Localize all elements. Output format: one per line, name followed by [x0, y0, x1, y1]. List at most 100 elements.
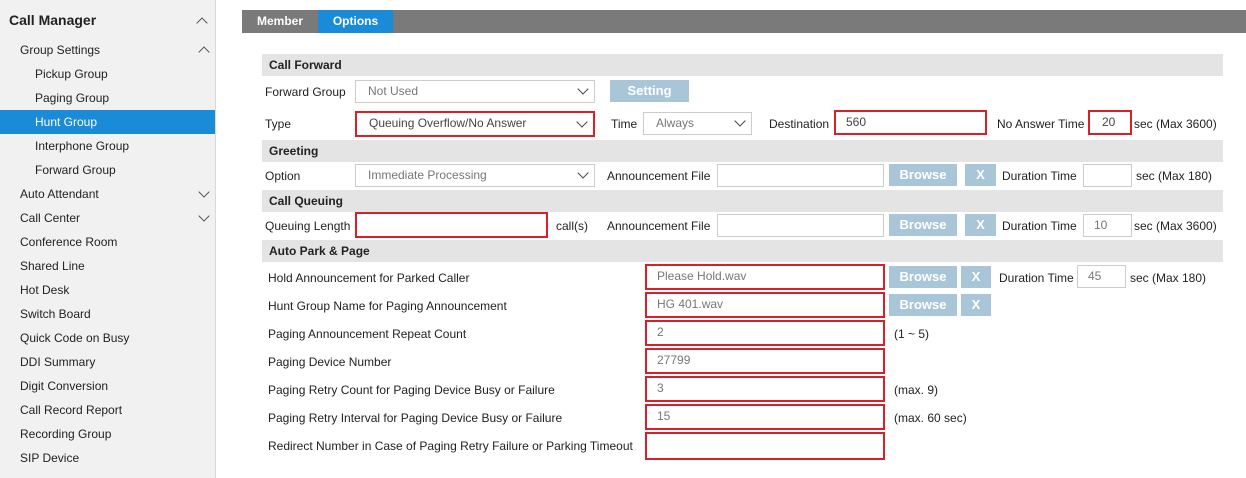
queuing-browse-button[interactable]: Browse — [889, 214, 957, 236]
sidebar: Call Manager Group Settings Pickup Group… — [0, 0, 216, 478]
sidebar-item-call-record-report[interactable]: Call Record Report — [0, 398, 215, 422]
no-answer-time-unit: sec (Max 3600) — [1134, 117, 1217, 131]
sidebar-item-label: Call Record Report — [20, 403, 123, 417]
sidebar-item-label: Pickup Group — [35, 67, 108, 81]
time-select[interactable]: Always — [643, 112, 752, 135]
select-value: Not Used — [368, 84, 419, 98]
greeting-announcement-input[interactable] — [717, 164, 884, 187]
sidebar-item-label: Hot Desk — [20, 283, 70, 297]
paging-device-number-input[interactable]: 27799 — [645, 348, 885, 374]
section-call-queuing: Call Queuing — [262, 190, 1223, 212]
redirect-number-input[interactable] — [645, 432, 885, 460]
queuing-length-input[interactable] — [355, 212, 548, 238]
sidebar-item-label: DDI Summary — [20, 355, 96, 369]
sidebar-item-conference-room[interactable]: Conference Room — [0, 230, 215, 254]
type-label: Type — [265, 117, 292, 131]
queuing-duration-input[interactable]: 10 — [1083, 214, 1132, 237]
name-clear-button[interactable]: X — [961, 294, 991, 316]
sidebar-item-group-settings[interactable]: Group Settings — [0, 38, 215, 62]
sidebar-item-paging-group[interactable]: Paging Group — [0, 86, 215, 110]
sidebar-title-label: Call Manager — [9, 12, 97, 28]
queuing-announcement-label: Announcement File — [607, 219, 711, 233]
sidebar-item-hunt-group[interactable]: Hunt Group — [0, 110, 215, 134]
sidebar-item-label: Switch Board — [20, 307, 91, 321]
tab-member[interactable]: Member — [242, 10, 318, 33]
sidebar-item-label: Quick Code on Busy — [20, 331, 130, 345]
sidebar-item-label: Paging Group — [35, 91, 110, 105]
sidebar-item-label: Call Center — [20, 211, 81, 225]
sidebar-item-call-center[interactable]: Call Center — [0, 206, 215, 230]
chevron-down-icon — [577, 83, 589, 95]
chevron-up-icon[interactable] — [196, 17, 208, 29]
sidebar-item-label: Recording Group — [20, 427, 112, 441]
sidebar-item-digit-conversion[interactable]: Digit Conversion — [0, 374, 215, 398]
no-answer-time-label: No Answer Time — [997, 117, 1085, 131]
greeting-option-select[interactable]: Immediate Processing — [355, 164, 595, 187]
tab-options[interactable]: Options — [318, 10, 393, 33]
select-value: Immediate Processing — [368, 168, 487, 182]
no-answer-time-input[interactable]: 20 — [1088, 110, 1132, 135]
sidebar-item-label: SIP Device — [20, 451, 80, 465]
forward-group-select[interactable]: Not Used — [355, 80, 595, 103]
tab-label: Member — [256, 14, 303, 28]
queuing-clear-button[interactable]: X — [965, 214, 996, 236]
greeting-clear-button[interactable]: X — [965, 164, 996, 186]
redirect-number-label: Redirect Number in Case of Paging Retry … — [268, 439, 633, 453]
tab-label: Options — [332, 14, 379, 28]
sidebar-item-pickup-group[interactable]: Pickup Group — [0, 62, 215, 86]
retry-count-input[interactable]: 3 — [645, 376, 885, 402]
destination-label: Destination — [769, 117, 830, 131]
repeat-count-input[interactable]: 2 — [645, 320, 885, 346]
sidebar-item-label: Auto Attendant — [20, 187, 99, 201]
sidebar-item-shared-line[interactable]: Shared Line — [0, 254, 215, 278]
repeat-count-label: Paging Announcement Repeat Count — [268, 327, 467, 341]
section-greeting: Greeting — [262, 140, 1223, 162]
sidebar-item-label: Forward Group — [35, 163, 116, 177]
sidebar-item-label: Interphone Group — [35, 139, 130, 153]
sidebar-item-label: Digit Conversion — [20, 379, 109, 393]
sidebar-item-quick-code-on-busy[interactable]: Quick Code on Busy — [0, 326, 215, 350]
hold-duration-input[interactable]: 45 — [1077, 265, 1126, 288]
chevron-down-icon — [576, 116, 588, 128]
select-value: Queuing Overflow/No Answer — [369, 116, 527, 130]
chevron-up-icon — [198, 46, 210, 58]
sidebar-item-ddi-summary[interactable]: DDI Summary — [0, 350, 215, 374]
sidebar-item-hot-desk[interactable]: Hot Desk — [0, 278, 215, 302]
sidebar-item-interphone-group[interactable]: Interphone Group — [0, 134, 215, 158]
greeting-browse-button[interactable]: Browse — [889, 164, 957, 186]
sidebar-item-forward-group[interactable]: Forward Group — [0, 158, 215, 182]
chevron-down-icon — [577, 167, 589, 179]
sidebar-item-recording-group[interactable]: Recording Group — [0, 422, 215, 446]
sidebar-item-label: Shared Line — [20, 259, 85, 273]
retry-interval-hint: (max. 60 sec) — [894, 411, 967, 425]
name-browse-button[interactable]: Browse — [889, 294, 957, 316]
sidebar-title[interactable]: Call Manager — [0, 8, 215, 32]
greeting-duration-label: Duration Time — [1002, 169, 1077, 183]
hold-announcement-input[interactable]: Please Hold.wav — [645, 264, 885, 290]
greeting-duration-unit: sec (Max 180) — [1136, 169, 1213, 183]
sidebar-item-switch-board[interactable]: Switch Board — [0, 302, 215, 326]
hold-clear-button[interactable]: X — [961, 266, 991, 288]
queuing-length-unit: call(s) — [556, 219, 588, 233]
sidebar-item-label: Group Settings — [20, 43, 101, 57]
chevron-down-icon — [734, 115, 746, 127]
repeat-count-hint: (1 ~ 5) — [894, 327, 930, 341]
hold-browse-button[interactable]: Browse — [889, 266, 957, 288]
sidebar-item-sip-device[interactable]: SIP Device — [0, 446, 215, 470]
hold-duration-unit: sec (Max 180) — [1130, 271, 1207, 285]
destination-input[interactable]: 560 — [834, 110, 987, 135]
queuing-announcement-input[interactable] — [717, 214, 884, 237]
greeting-announcement-label: Announcement File — [607, 169, 711, 183]
setting-button[interactable]: Setting — [610, 80, 689, 102]
sidebar-item-auto-attendant[interactable]: Auto Attendant — [0, 182, 215, 206]
type-select[interactable]: Queuing Overflow/No Answer — [355, 111, 595, 137]
hunt-group-name-input[interactable]: HG 401.wav — [645, 292, 885, 318]
greeting-duration-input[interactable] — [1083, 164, 1132, 187]
select-value: Always — [656, 116, 695, 130]
queuing-length-label: Queuing Length — [265, 219, 351, 233]
time-label: Time — [611, 117, 638, 131]
retry-interval-input[interactable]: 15 — [645, 404, 885, 430]
hold-announcement-label: Hold Announcement for Parked Caller — [268, 271, 470, 285]
forward-group-label: Forward Group — [265, 85, 346, 99]
greeting-option-label: Option — [265, 169, 301, 183]
